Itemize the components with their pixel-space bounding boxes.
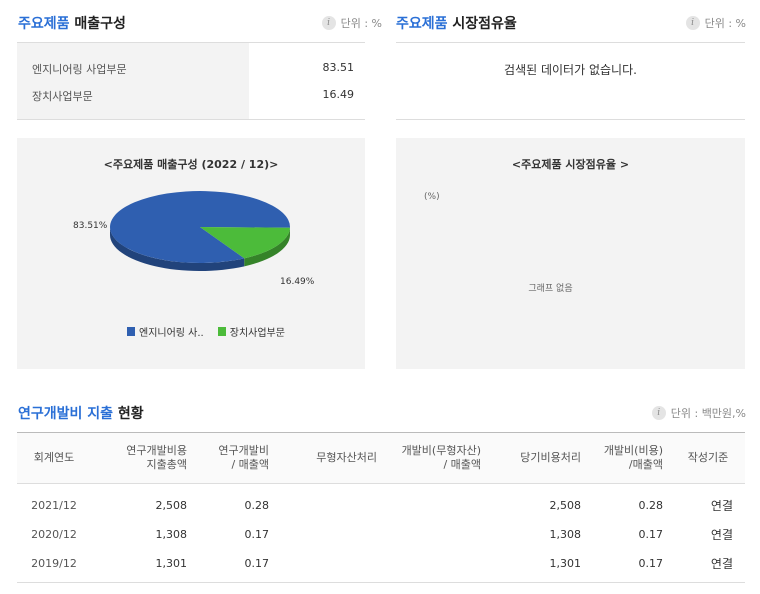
header-expense: 당기비용처리 — [489, 432, 589, 484]
table-row: 2019/12 1,301 0.17 1,301 0.17 연결 — [17, 549, 745, 578]
legend-swatch — [217, 327, 226, 336]
cell-rnd-total: 2,508 — [155, 499, 188, 512]
cell-dev-expense-ratio: 0.28 — [638, 499, 664, 512]
header-dev-intangible-ratio: 개발비(무형자산) / 매출액 — [385, 432, 489, 484]
cell-rnd-ratio: 0.28 — [244, 499, 270, 512]
header-basis: 작성기준 — [671, 432, 745, 484]
product-sales-unit: i 단위 : % — [321, 15, 382, 31]
product-sales-title: 주요제품 매출구성 — [18, 16, 126, 32]
cell-intangible — [277, 549, 385, 578]
legend-swatch — [127, 327, 135, 336]
cell-year: 2019/12 — [31, 557, 77, 570]
header-fiscal-year: 회계연도 — [17, 432, 91, 484]
sales-pie-chart-panel: <주요제품 매출구성 (2022 / 12)> 83.51% 16.49% 엔지니… — [17, 138, 365, 369]
market-share-title: 주요제품 시장점유율 — [396, 16, 517, 32]
product-sales-label-column — [17, 43, 249, 119]
cell-basis: 연결 — [710, 557, 733, 571]
header-rnd-total: 연구개발비용 지출총액 — [91, 432, 195, 484]
pie-data-label: 83.51% — [73, 221, 108, 231]
table-header-row: 회계연도 연구개발비용 지출총액 연구개발비 / 매출액 무형자산처리 개발비(무형… — [17, 432, 745, 484]
rnd-title: 연구개발비 지출 현황 — [18, 406, 144, 422]
legend-item: 장치사업부문 — [217, 324, 285, 339]
cell-intangible — [277, 520, 385, 549]
cell-dev-intangible-ratio — [385, 520, 489, 549]
cell-year: 2020/12 — [31, 528, 77, 541]
cell-dev-intangible-ratio — [385, 484, 489, 521]
header-intangible: 무형자산처리 — [277, 432, 385, 484]
market-share-empty-message: 검색된 데이터가 없습니다. — [504, 63, 637, 77]
info-icon[interactable]: i — [685, 16, 700, 30]
product-row-value: 16.49 — [322, 88, 355, 101]
cell-dev-expense-ratio: 0.17 — [638, 557, 664, 570]
rnd-table: 회계연도 연구개발비용 지출총액 연구개발비 / 매출액 무형자산처리 개발비(무형… — [17, 432, 745, 578]
divider — [17, 119, 365, 120]
cell-rnd-total: 1,301 — [155, 557, 188, 570]
header-dev-expense-ratio: 개발비(비용)/매출액 — [589, 432, 671, 484]
cell-expense: 2,508 — [549, 499, 582, 512]
header-rnd-ratio: 연구개발비 / 매출액 — [195, 432, 277, 484]
market-share-chart-panel: <주요제품 시장점유율 > (%) 그래프 없음 — [396, 138, 745, 369]
cell-dev-intangible-ratio — [385, 549, 489, 578]
product-row-label: 장치사업부문 — [32, 90, 93, 103]
info-icon[interactable]: i — [321, 16, 336, 30]
table-bottom-border — [17, 582, 745, 583]
cell-basis: 연결 — [710, 528, 733, 542]
market-share-unit: i 단위 : % — [685, 15, 746, 31]
chart-title: <주요제품 시장점유율 > — [511, 158, 630, 171]
divider — [396, 119, 745, 120]
cell-rnd-ratio: 0.17 — [244, 528, 270, 541]
product-row-label: 엔지니어링 사업부문 — [32, 63, 127, 76]
cell-expense: 1,301 — [549, 557, 582, 570]
cell-year: 2021/12 — [31, 499, 77, 512]
cell-intangible — [277, 484, 385, 521]
cell-expense: 1,308 — [549, 528, 582, 541]
info-icon[interactable]: i — [651, 406, 666, 420]
divider — [396, 42, 745, 43]
chart-empty-message: 그래프 없음 — [528, 284, 573, 294]
rnd-unit: i 단위 : 백만원,% — [651, 405, 746, 421]
cell-rnd-total: 1,308 — [155, 528, 188, 541]
cell-dev-expense-ratio: 0.17 — [638, 528, 664, 541]
legend-item: 엔지니어링 사.. — [127, 324, 204, 339]
cell-basis: 연결 — [710, 499, 733, 513]
chart-legend: 엔지니어링 사.. 장치사업부문 — [127, 324, 285, 339]
pie-data-label: 16.49% — [280, 277, 315, 287]
chart-unit-label: (%) — [424, 192, 440, 202]
table-row: 2020/12 1,308 0.17 1,308 0.17 연결 — [17, 520, 745, 549]
table-row: 2021/12 2,508 0.28 2,508 0.28 연결 — [17, 484, 745, 521]
product-row-value: 83.51 — [322, 61, 355, 74]
cell-rnd-ratio: 0.17 — [244, 557, 270, 570]
